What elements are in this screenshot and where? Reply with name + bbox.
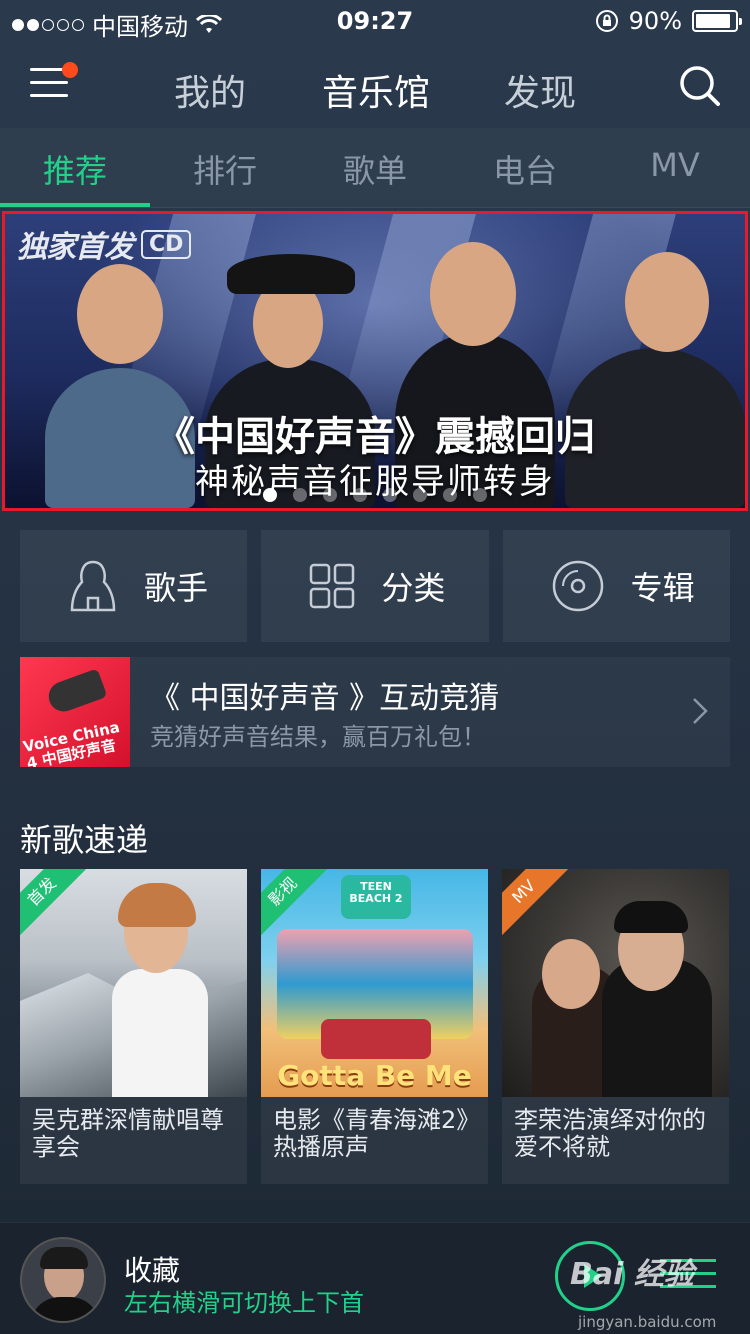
card-cover-image: TEEN BEACH 2 Gotta Be Me [261, 869, 488, 1097]
disc-icon [552, 560, 603, 612]
judge-head [430, 242, 516, 346]
new-song-card[interactable]: MV 李荣浩演绎对你的爱不将就 [502, 869, 729, 1184]
dancer-woman-head [542, 939, 600, 1009]
carousel-dot[interactable] [443, 488, 457, 502]
battery-fill [696, 14, 731, 28]
music-hall-page: 中国移动 09:27 90% 我的 音乐馆 发现 推荐 排行 歌单 电台 MV … [0, 0, 750, 1334]
judge-head [77, 264, 163, 364]
promo-title: 《 中国好声音 》互动竞猜 [150, 681, 500, 716]
new-song-card[interactable]: TEEN BEACH 2 Gotta Be Me 影视 电影《青春海滩2》热播原… [261, 869, 488, 1184]
battery-percent: 90% [628, 7, 682, 35]
promo-thumb-text: Voice China 4 中国好声音 [21, 717, 122, 767]
hamburger-line [30, 81, 68, 84]
category-label: 专辑 [630, 569, 695, 607]
category-row: 歌手 分类 专辑 [20, 530, 730, 642]
tab-discover[interactable]: 发现 [504, 64, 576, 116]
carousel-pager [5, 488, 745, 502]
category-label: 分类 [381, 569, 446, 607]
promo-subtitle: 竞猜好声音结果，赢百万礼包！ [150, 723, 486, 751]
tab-music-hall[interactable]: 音乐馆 [322, 64, 430, 116]
avatar-shoulders [30, 1297, 100, 1321]
subtab-radio[interactable]: 电台 [450, 146, 600, 192]
card-caption: 吴克群深情献唱尊享会 [32, 1106, 224, 1161]
chevron-right-icon [693, 698, 708, 724]
notification-badge [62, 62, 78, 78]
status-right: 90% [595, 7, 742, 35]
carousel-dot[interactable] [323, 488, 337, 502]
watermark-url: jingyan.baidu.com [578, 1313, 717, 1331]
active-tab-indicator [0, 203, 150, 207]
promo-thumbnail: Voice China 4 中国好声音 [20, 657, 130, 767]
search-icon[interactable] [678, 64, 720, 106]
card-caption: 电影《青春海滩2》热播原声 [273, 1106, 469, 1161]
poster-logo: TEEN BEACH 2 [341, 875, 411, 919]
category-album-button[interactable]: 专辑 [502, 530, 730, 642]
battery-icon [692, 10, 742, 32]
judge-hat [227, 254, 355, 294]
singer-icon [70, 560, 116, 612]
singer-body [112, 969, 208, 1097]
top-nav: 我的 音乐馆 发现 [0, 42, 750, 128]
category-singer-button[interactable]: 歌手 [20, 530, 248, 642]
watermark-logo: Bai 经验 [570, 1257, 694, 1292]
carousel-dot[interactable] [263, 488, 277, 502]
banner-tag: 独家首发 CD [17, 222, 192, 266]
grid-icon [310, 563, 355, 609]
category-genre-button[interactable]: 分类 [261, 530, 489, 642]
carousel-dot[interactable] [353, 488, 367, 502]
subtab-ranking[interactable]: 排行 [150, 146, 300, 192]
sub-tabs: 推荐 排行 歌单 电台 MV [0, 128, 750, 208]
judge-head [625, 252, 709, 352]
new-songs-cards: 首发 吴克群深情献唱尊享会 TEEN BEACH 2 Gotta Be Me 影… [20, 869, 730, 1184]
section-title-new-songs: 新歌速递 [20, 821, 149, 859]
category-label: 歌手 [144, 569, 209, 607]
player-avatar[interactable] [20, 1237, 106, 1323]
rotation-lock-icon [595, 10, 618, 32]
carousel-dot[interactable] [383, 488, 397, 502]
dancer-man-hair [614, 901, 688, 933]
new-song-card[interactable]: 首发 吴克群深情献唱尊享会 [20, 869, 247, 1184]
banner-carousel[interactable]: 独家首发 CD 《中国好声音》震撼回归 神秘声音征服导师转身 [2, 211, 748, 511]
poster-car [321, 1019, 431, 1059]
microphone-icon [44, 668, 108, 716]
cd-badge: CD [141, 229, 192, 259]
carousel-dot[interactable] [473, 488, 487, 502]
player-hint: 左右横滑可切换上下首 [124, 1289, 364, 1317]
status-bar: 中国移动 09:27 90% [0, 0, 750, 42]
card-cover-image [502, 869, 729, 1097]
card-cover-image [20, 869, 247, 1097]
menu-button[interactable] [30, 62, 78, 102]
hamburger-line [30, 94, 68, 97]
carousel-dot[interactable] [293, 488, 307, 502]
card-caption: 李荣浩演绎对你的爱不将就 [514, 1106, 706, 1161]
singer-hair [118, 883, 196, 927]
avatar-hair [40, 1247, 88, 1269]
exclusive-label: 独家首发 [17, 230, 134, 265]
subtab-playlist[interactable]: 歌单 [300, 146, 450, 192]
carousel-dot[interactable] [413, 488, 427, 502]
subtab-mv[interactable]: MV [600, 146, 750, 184]
subtab-recommend[interactable]: 推荐 [0, 146, 150, 192]
tab-mine[interactable]: 我的 [174, 64, 246, 116]
poster-title: Gotta Be Me [277, 1059, 472, 1092]
promo-guess-row[interactable]: Voice China 4 中国好声音 《 中国好声音 》互动竞猜 竞猜好声音结… [20, 657, 730, 767]
mini-player[interactable]: 收藏 左右横滑可切换上下首 Bai 经验 jingyan.baidu.com [0, 1222, 750, 1334]
